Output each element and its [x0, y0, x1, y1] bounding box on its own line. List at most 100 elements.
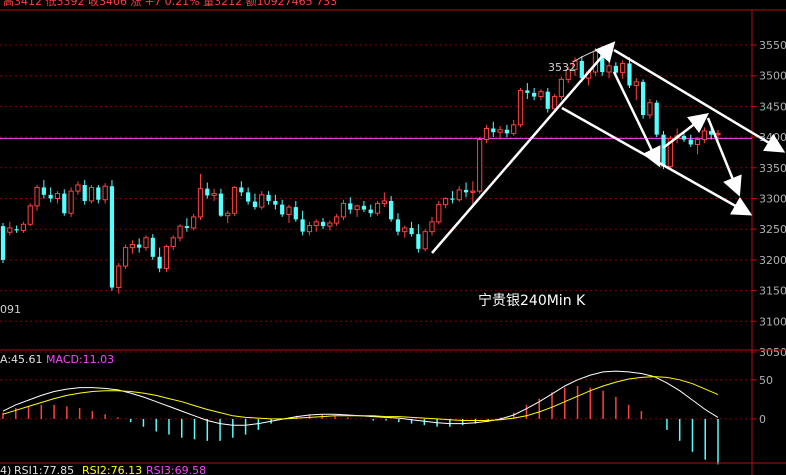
- y-tick-label: 3200: [759, 254, 786, 267]
- candle-body-up: [470, 190, 476, 193]
- candle-body-up: [633, 81, 639, 87]
- candle-body-up: [225, 212, 231, 217]
- candle-body-down: [157, 256, 162, 269]
- candle-body-up: [429, 221, 435, 233]
- candle-body-down: [661, 134, 666, 167]
- candle-body-up: [402, 227, 408, 233]
- y-tick-label: 3500: [759, 70, 786, 83]
- candle-body-up: [27, 205, 33, 225]
- candle-body-up: [191, 216, 197, 229]
- candle-body-up: [75, 184, 81, 192]
- candle-body-up: [88, 186, 95, 202]
- candle-body-up: [116, 265, 122, 289]
- candle-body-down: [613, 65, 618, 73]
- candle-body-up: [517, 89, 524, 126]
- candle-body-down: [218, 193, 224, 216]
- candle-body-up: [511, 124, 517, 134]
- candle-body-down: [109, 186, 115, 288]
- candle-body-up: [197, 188, 204, 218]
- candles: [0, 46, 721, 294]
- candle-body-up: [620, 62, 626, 74]
- candle-body-up: [327, 222, 333, 227]
- y-tick-label: 3100: [759, 315, 786, 328]
- candle-body-up: [477, 139, 483, 192]
- rsi2-label: RSI2:76.13: [82, 464, 142, 475]
- candle-body-up: [374, 202, 381, 214]
- macd-dea-line: [2, 376, 719, 421]
- candle-body-down: [389, 200, 394, 220]
- candle-body-down: [96, 187, 101, 200]
- candle-body-down: [41, 187, 46, 195]
- candle-body-up: [129, 244, 135, 249]
- candle-body-down: [640, 81, 646, 115]
- chart-title: 宁贵银240Min K: [478, 292, 586, 309]
- candlestick-chart: 高3412 低3392 收3406 涨 +7 0.21% 量3212 额1092…: [0, 0, 786, 475]
- candle-body-down: [395, 219, 401, 232]
- candle-body-up: [20, 223, 27, 231]
- candle-body-down: [491, 128, 496, 133]
- candle-body-down: [320, 221, 326, 227]
- candle-body-up: [259, 194, 265, 208]
- candle-body-down: [300, 219, 305, 232]
- macd-value-label: MACD:11.03: [46, 353, 114, 366]
- low-label: 091: [0, 303, 21, 316]
- candle-body-up: [436, 204, 442, 223]
- macd-axis: 50 0: [752, 374, 773, 426]
- candle-body-down: [0, 226, 6, 260]
- candle-body-down: [48, 194, 53, 199]
- candle-body-down: [293, 207, 298, 220]
- candle-body-up: [538, 91, 544, 98]
- candle-body-up: [177, 225, 183, 239]
- macd-tick-label: 50: [759, 374, 773, 387]
- candle-body-up: [422, 231, 428, 250]
- candle-body-up: [647, 102, 653, 116]
- candle-body-up: [694, 139, 701, 145]
- candle-body-up: [715, 132, 721, 136]
- candle-body-up: [143, 237, 149, 249]
- candle-body-up: [34, 186, 40, 207]
- candle-body-up: [68, 190, 74, 214]
- candle-body-down: [463, 189, 469, 193]
- macd-diff-label: A:45.61: [0, 353, 43, 366]
- candle-body-up: [483, 128, 490, 141]
- candle-body-up: [551, 96, 558, 110]
- candle-body-down: [205, 188, 210, 196]
- y-tick-label: 3400: [759, 131, 786, 144]
- candle-body-down: [184, 226, 189, 228]
- candle-body-down: [252, 201, 258, 208]
- candle-body-up: [701, 130, 707, 141]
- price-axis: 3550 3500 3450 3400 3350 3300 3250 3200 3150 3100…: [752, 39, 786, 359]
- candle-body-up: [170, 237, 176, 247]
- candle-body-down: [280, 204, 285, 215]
- rsi1-label: RSI1:77.85: [14, 464, 74, 475]
- candle-body-up: [313, 221, 319, 227]
- candle-body-down: [450, 198, 455, 200]
- y-tick-label: 3300: [759, 193, 786, 206]
- peak-label: 3532: [548, 61, 576, 74]
- candle-body-up: [354, 205, 360, 211]
- candle-body-up: [558, 78, 564, 98]
- candle-body-down: [239, 187, 244, 193]
- candle-body-down: [416, 234, 421, 249]
- y-tick-label: 3550: [759, 39, 786, 52]
- uptrend-arrow: [431, 41, 616, 254]
- candle-body-up: [7, 227, 13, 233]
- candle-body-down: [504, 129, 510, 134]
- candle-body-down: [688, 139, 693, 145]
- candle-body-up: [456, 189, 462, 201]
- candle-body-up: [606, 65, 612, 73]
- candle-body-up: [306, 225, 313, 233]
- y-tick-label: 3250: [759, 223, 786, 236]
- candle-body-up: [122, 247, 129, 267]
- rsi3-label: RSI3:69.58: [146, 464, 206, 475]
- candle-body-down: [150, 237, 155, 257]
- candle-body-down: [579, 60, 584, 79]
- candle-body-down: [627, 63, 632, 86]
- macd-histogram: [2, 386, 719, 465]
- candle-body-up: [211, 193, 217, 196]
- candle-body-down: [654, 102, 659, 135]
- candle-body-down: [361, 205, 367, 210]
- candle-body-down: [525, 90, 530, 93]
- candle-body-down: [137, 244, 142, 248]
- y-tick-label: 3050: [759, 346, 786, 359]
